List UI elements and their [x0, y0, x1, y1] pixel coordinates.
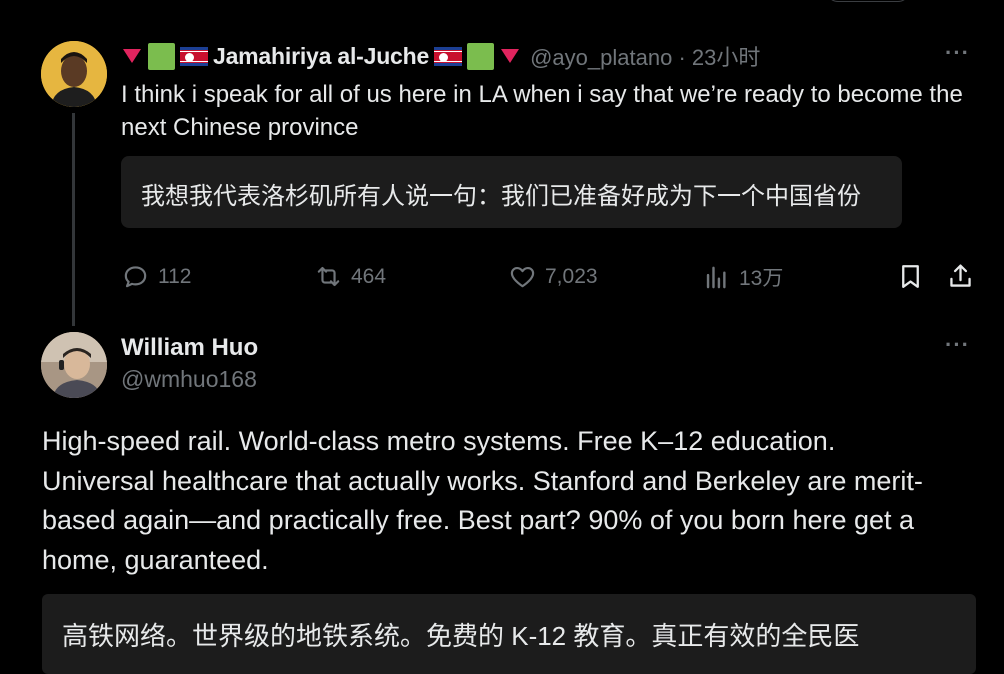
repost-count: 464: [351, 264, 387, 288]
tweet-header: Jamahiriya al-Juche @ayo_platano · 23小时: [121, 40, 760, 72]
avatar[interactable]: [41, 332, 107, 398]
timestamp[interactable]: 23小时: [692, 45, 760, 70]
tweet-text: I think i speak for all of us here in LA…: [121, 81, 963, 141]
views-icon: [706, 266, 726, 288]
translation-box: 我想我代表洛杉矶所有人说一句：我们已准备好成为下一个中国省份: [121, 156, 902, 228]
repost-icon: [317, 266, 340, 287]
tweet-text: High-speed rail. World-class metro syste…: [42, 426, 923, 575]
reply-icon: [124, 266, 147, 288]
bookmark-icon: [902, 265, 919, 288]
north-korea-flag-icon: [180, 46, 208, 66]
more-icon[interactable]: ···: [945, 40, 970, 66]
view-count: 13万: [739, 267, 784, 290]
more-icon[interactable]: ···: [945, 332, 970, 358]
share-button[interactable]: [946, 262, 975, 291]
avatar-photo: [41, 332, 107, 398]
red-triangle-icon: [123, 49, 141, 63]
bookmark-button[interactable]: [896, 262, 925, 291]
reply-button[interactable]: 112: [121, 262, 191, 291]
user-handle[interactable]: @wmhuo168: [121, 366, 257, 393]
avatar-photo: [41, 41, 107, 107]
display-name[interactable]: William Huo: [121, 334, 258, 362]
share-icon: [950, 264, 971, 287]
green-square-icon: [148, 42, 175, 70]
avatar[interactable]: [41, 41, 107, 107]
repost-button[interactable]: 464: [314, 262, 386, 291]
top-pill-button[interactable]: [826, 0, 910, 2]
tweet-actions: 112 464 7,023 13万: [0, 262, 1004, 294]
like-count: 7,023: [545, 264, 598, 288]
separator: ·: [678, 45, 686, 70]
north-korea-flag-icon: [434, 46, 463, 66]
like-icon: [510, 266, 535, 288]
user-handle[interactable]: @ayo_platano: [530, 45, 672, 70]
thread-line: [72, 113, 75, 326]
views-button[interactable]: 13万: [702, 262, 783, 292]
reply-count: 112: [158, 264, 192, 288]
green-square-icon: [467, 42, 495, 70]
like-button[interactable]: 7,023: [508, 262, 598, 291]
display-name[interactable]: Jamahiriya al-Juche: [213, 43, 429, 70]
translation-box: 高铁网络。世界级的地铁系统。免费的 K-12 教育。真正有效的全民医: [42, 594, 976, 674]
red-triangle-icon: [501, 49, 520, 63]
